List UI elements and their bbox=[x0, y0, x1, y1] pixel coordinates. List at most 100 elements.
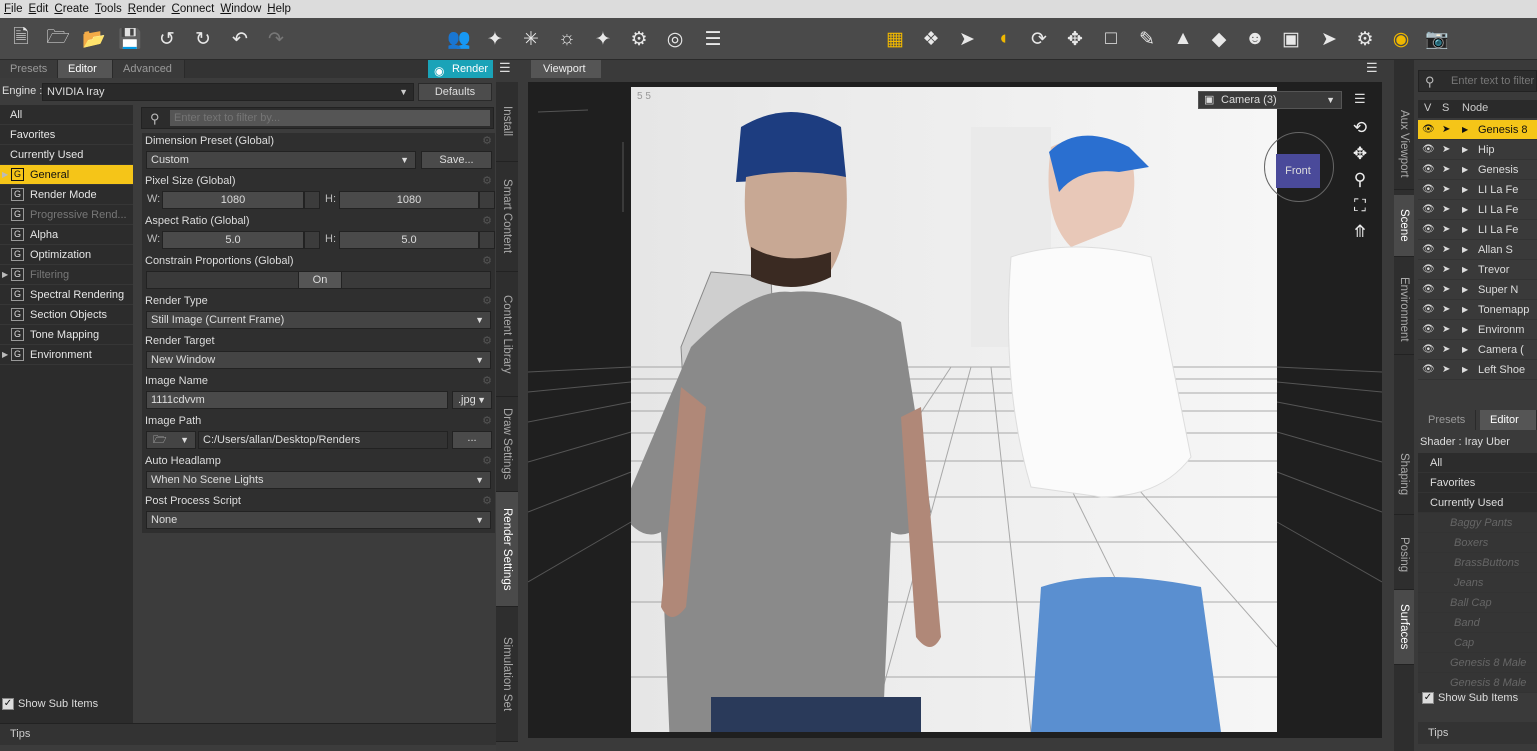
selectable-icon[interactable]: ➤ bbox=[1442, 360, 1450, 380]
export-icon[interactable]: ↻ bbox=[188, 24, 218, 54]
tab-surface-presets[interactable]: Presets bbox=[1418, 410, 1477, 430]
pixel-width-spinner[interactable] bbox=[304, 191, 320, 209]
side-tab-simulation-set[interactable]: Simulation Set bbox=[496, 607, 518, 742]
joint-editor-icon[interactable]: ▲ bbox=[1168, 24, 1198, 54]
tips-bar[interactable]: Tips bbox=[0, 723, 496, 745]
scene-node-row[interactable]: 👁 ➤ ▶ Trevor bbox=[1418, 260, 1537, 280]
node-weight-icon[interactable]: ◖ bbox=[988, 24, 1018, 54]
scene-node-row[interactable]: 👁 ➤ ▶ Tonemapp bbox=[1418, 300, 1537, 320]
folder-menu-button[interactable]: 🗁 ▼ bbox=[146, 431, 196, 449]
visibility-eye-icon[interactable]: 👁 bbox=[1422, 160, 1435, 180]
import-icon[interactable]: ↺ bbox=[152, 24, 182, 54]
scene-node-row[interactable]: 👁 ➤ ▶ LI La Fe bbox=[1418, 180, 1537, 200]
weight-map-icon[interactable]: ◆ bbox=[1204, 24, 1234, 54]
scene-node-row[interactable]: 👁 ➤ ▶ Hip bbox=[1418, 140, 1537, 160]
menu-edit[interactable]: Edit bbox=[29, 3, 55, 15]
aspect-width-spinner[interactable] bbox=[304, 231, 320, 249]
selectable-icon[interactable]: ➤ bbox=[1442, 240, 1450, 260]
surface-tips-bar[interactable]: Tips bbox=[1418, 722, 1537, 744]
save-preset-button[interactable]: Save... bbox=[421, 151, 492, 169]
gear-icon[interactable]: ⚙ bbox=[482, 414, 492, 427]
tab-editor[interactable]: Editor bbox=[58, 60, 113, 78]
rotate-icon[interactable]: ⟳ bbox=[1024, 24, 1054, 54]
tab-advanced[interactable]: Advanced bbox=[113, 60, 185, 78]
expand-icon[interactable]: ▶ bbox=[1462, 280, 1468, 300]
gear-icon[interactable]: ⚙ bbox=[482, 254, 492, 267]
surface-item[interactable]: Genesis 8 Male bbox=[1418, 653, 1537, 673]
image-path-input[interactable]: C:/Users/allan/Desktop/Renders bbox=[198, 431, 448, 449]
orbit-icon[interactable]: ⟲ bbox=[1350, 118, 1370, 138]
visibility-eye-icon[interactable]: 👁 bbox=[1422, 180, 1435, 200]
side-tab-render-settings[interactable]: Render Settings bbox=[496, 492, 518, 607]
distant-light-icon[interactable]: ✦ bbox=[588, 24, 618, 54]
visibility-eye-icon[interactable]: 👁 bbox=[1422, 220, 1435, 240]
pixel-height-field[interactable]: 1080 bbox=[339, 191, 479, 209]
expand-icon[interactable]: ▶ bbox=[1462, 340, 1468, 360]
target-icon[interactable]: ◎ bbox=[660, 24, 690, 54]
tool-settings-icon[interactable]: ⚙ bbox=[624, 24, 654, 54]
category-spectral-rendering[interactable]: G Spectral Rendering bbox=[0, 285, 133, 305]
create-figure-icon[interactable]: 👥 bbox=[444, 24, 474, 54]
viewport-3d[interactable]: 5 5 ▣ Camera (3) ▼ ☰ Front ⟲ ✥ ⚲ ⛶ ⤊ bbox=[528, 82, 1382, 738]
camera-tool-icon[interactable]: ▣ bbox=[1276, 24, 1306, 54]
spot-render-icon[interactable]: ⚙ bbox=[1350, 24, 1380, 54]
visibility-eye-icon[interactable]: 👁 bbox=[1422, 260, 1435, 280]
new-scene-icon[interactable]: 🗎 bbox=[6, 24, 36, 54]
expand-icon[interactable]: ▶ bbox=[1462, 220, 1468, 240]
render-icon[interactable]: 📷 bbox=[1422, 24, 1452, 54]
selectable-icon[interactable]: ➤ bbox=[1442, 300, 1450, 320]
render-region-icon[interactable]: ▦ bbox=[880, 24, 910, 54]
filter-input[interactable] bbox=[170, 110, 490, 126]
side-tab-scene[interactable]: Scene bbox=[1394, 195, 1414, 257]
menu-tools[interactable]: Tools bbox=[95, 3, 128, 15]
aspect-height-field[interactable]: 5.0 bbox=[339, 231, 479, 249]
constrain-toggle[interactable]: On bbox=[298, 271, 342, 289]
iray-preview-icon[interactable]: ◉ bbox=[1386, 24, 1416, 54]
visibility-eye-icon[interactable]: 👁 bbox=[1422, 140, 1435, 160]
pan-icon[interactable]: ✥ bbox=[1350, 144, 1370, 164]
expand-icon[interactable]: ▶ bbox=[2, 265, 8, 285]
surface-item[interactable]: Favorites bbox=[1418, 473, 1537, 493]
post-process-select[interactable]: None ▼ bbox=[146, 511, 491, 529]
menu-connect[interactable]: Connect bbox=[172, 3, 221, 15]
category-all[interactable]: All bbox=[0, 105, 133, 125]
side-tab-environment[interactable]: Environment bbox=[1394, 265, 1414, 355]
side-tab-content-library[interactable]: Content Library bbox=[496, 272, 518, 397]
scene-node-row[interactable]: 👁 ➤ ▶ LI La Fe bbox=[1418, 200, 1537, 220]
expand-icon[interactable]: ▶ bbox=[1462, 120, 1468, 140]
show-sub-items-checkbox[interactable]: ✓ Show Sub Items bbox=[2, 696, 98, 712]
side-tab-posing[interactable]: Posing bbox=[1394, 520, 1414, 590]
universal-tool-icon[interactable]: ❖ bbox=[916, 24, 946, 54]
select-tool-icon[interactable]: ➤ bbox=[952, 24, 982, 54]
side-tab-draw-settings[interactable]: Draw Settings bbox=[496, 397, 518, 492]
gear-icon[interactable]: ⚙ bbox=[482, 174, 492, 187]
sun-icon[interactable]: ✳ bbox=[516, 24, 546, 54]
scene-node-row[interactable]: 👁 ➤ ▶ Camera ( bbox=[1418, 340, 1537, 360]
save-icon[interactable]: 💾 bbox=[115, 24, 145, 54]
selectable-icon[interactable]: ➤ bbox=[1442, 180, 1450, 200]
gear-icon[interactable]: ⚙ bbox=[482, 214, 492, 227]
surface-item[interactable]: Boxers bbox=[1418, 533, 1537, 553]
side-tab-install[interactable]: Install bbox=[496, 82, 518, 162]
dimension-preset-select[interactable]: Custom ▼ bbox=[146, 151, 416, 169]
viewport-options-icon[interactable]: ☰ bbox=[1354, 91, 1366, 107]
open-icon[interactable]: 🗁 bbox=[43, 24, 73, 54]
gear-icon[interactable]: ⚙ bbox=[482, 454, 492, 467]
expand-icon[interactable]: ▶ bbox=[1462, 180, 1468, 200]
surface-item[interactable]: Jeans bbox=[1418, 573, 1537, 593]
defaults-button[interactable]: Defaults bbox=[418, 83, 492, 101]
zoom-icon[interactable]: ⚲ bbox=[1350, 170, 1370, 190]
surface-item[interactable]: Cap bbox=[1418, 633, 1537, 653]
translate-icon[interactable]: ✥ bbox=[1060, 24, 1090, 54]
gear-icon[interactable]: ⚙ bbox=[482, 494, 492, 507]
category-optimization[interactable]: G Optimization bbox=[0, 245, 133, 265]
menu-help[interactable]: Help bbox=[267, 3, 297, 15]
scale-icon[interactable]: □ bbox=[1096, 24, 1126, 54]
selectable-icon[interactable]: ➤ bbox=[1442, 220, 1450, 240]
image-format-select[interactable]: .jpg ▼ bbox=[452, 391, 492, 409]
gear-icon[interactable]: ⚙ bbox=[482, 334, 492, 347]
menu-file[interactable]: File bbox=[4, 3, 29, 15]
scene-node-row[interactable]: 👁 ➤ ▶ Genesis 8 bbox=[1418, 120, 1537, 140]
frame-icon[interactable]: ⛶ bbox=[1350, 196, 1370, 216]
selectable-icon[interactable]: ➤ bbox=[1442, 280, 1450, 300]
